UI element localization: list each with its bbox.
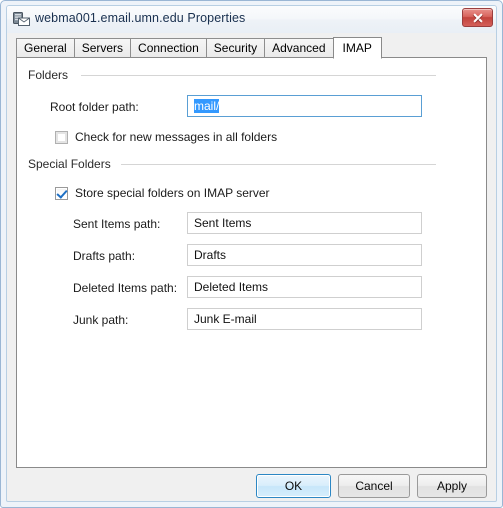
checkbox-checked-icon bbox=[55, 186, 68, 200]
apply-button[interactable]: Apply bbox=[417, 474, 487, 498]
dialog-inner-frame: webma001.email.umn.edu Properties Genera… bbox=[6, 5, 497, 502]
tab-connection[interactable]: Connection bbox=[130, 38, 207, 58]
sent-items-path-label: Sent Items path: bbox=[73, 217, 161, 231]
sent-items-path-input[interactable]: Sent Items bbox=[187, 212, 422, 234]
server-mail-icon bbox=[13, 11, 30, 27]
deleted-items-path-value: Deleted Items bbox=[194, 280, 269, 294]
tab-imap[interactable]: IMAP bbox=[332, 37, 382, 59]
drafts-path-input[interactable]: Drafts bbox=[187, 244, 422, 266]
ok-button[interactable]: OK bbox=[256, 474, 331, 498]
tab-general[interactable]: General bbox=[16, 38, 75, 58]
special-folders-group-title: Special Folders bbox=[28, 157, 117, 171]
deleted-items-path-input[interactable]: Deleted Items bbox=[187, 276, 422, 298]
junk-path-input[interactable]: Junk E-mail bbox=[187, 308, 422, 330]
checkbox-unchecked-icon bbox=[55, 130, 68, 144]
cancel-button[interactable]: Cancel bbox=[338, 474, 410, 498]
check-new-messages-label: Check for new messages in all folders bbox=[75, 130, 278, 144]
root-folder-path-label: Root folder path: bbox=[50, 100, 139, 114]
tab-security[interactable]: Security bbox=[205, 38, 266, 58]
tab-strip: General Servers Connection Security Adva… bbox=[16, 37, 382, 59]
tab-servers[interactable]: Servers bbox=[73, 38, 132, 58]
folders-group-title: Folders bbox=[28, 68, 75, 82]
root-folder-path-value: mail/ bbox=[194, 99, 220, 113]
drafts-path-value: Drafts bbox=[194, 248, 227, 262]
folders-group-divider bbox=[81, 75, 436, 76]
junk-path-label: Junk path: bbox=[73, 313, 129, 327]
special-folders-group-divider bbox=[121, 164, 436, 165]
store-special-folders-label: Store special folders on IMAP server bbox=[75, 186, 270, 200]
junk-path-value: Junk E-mail bbox=[194, 312, 257, 326]
tab-advanced[interactable]: Advanced bbox=[264, 38, 334, 58]
window-title: webma001.email.umn.edu Properties bbox=[35, 11, 246, 25]
drafts-path-label: Drafts path: bbox=[73, 249, 136, 263]
deleted-items-path-label: Deleted Items path: bbox=[73, 281, 178, 295]
store-special-folders-checkbox[interactable]: Store special folders on IMAP server bbox=[55, 186, 270, 200]
properties-dialog-window: webma001.email.umn.edu Properties Genera… bbox=[0, 0, 503, 508]
imap-tab-panel: Folders Root folder path: mail/ Check fo… bbox=[16, 57, 487, 468]
close-icon[interactable] bbox=[462, 8, 493, 27]
check-new-messages-checkbox[interactable]: Check for new messages in all folders bbox=[55, 130, 277, 144]
title-bar: webma001.email.umn.edu Properties bbox=[7, 6, 496, 33]
root-folder-path-input[interactable]: mail/ bbox=[187, 95, 422, 117]
sent-items-path-value: Sent Items bbox=[194, 216, 252, 230]
